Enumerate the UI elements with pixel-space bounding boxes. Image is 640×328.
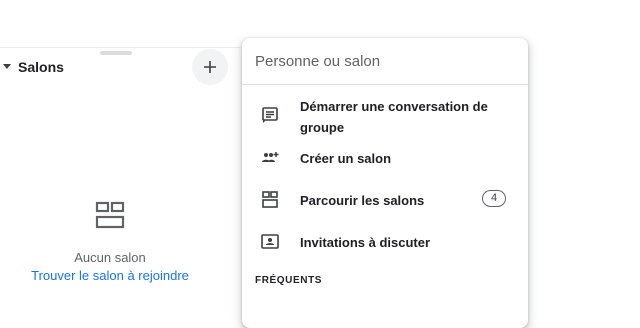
menu-item-label: Invitations à discuter bbox=[300, 235, 431, 250]
collapse-caret-icon[interactable] bbox=[3, 64, 11, 69]
spaces-count-badge: 4 bbox=[482, 190, 506, 207]
menu-item-create-space[interactable]: Créer un salon bbox=[242, 147, 528, 171]
menu-item-label: Parcourir les salons bbox=[300, 193, 425, 208]
panel-divider bbox=[0, 47, 240, 48]
menu-item-invitations[interactable]: Invitations à discuter bbox=[242, 231, 528, 255]
search-input[interactable] bbox=[255, 50, 505, 72]
add-space-button[interactable] bbox=[192, 49, 228, 85]
drag-handle[interactable] bbox=[100, 51, 132, 55]
group-chat-icon bbox=[262, 107, 278, 123]
section-title-spaces[interactable]: Salons bbox=[18, 59, 64, 75]
spaces-panel: Salons Aucun salon Trouver le salon à re… bbox=[0, 0, 240, 308]
frequent-section-header: FRÉQUENTS bbox=[255, 275, 323, 286]
menu-search bbox=[242, 38, 528, 85]
invitations-icon bbox=[261, 234, 279, 249]
spaces-empty-icon bbox=[95, 201, 125, 229]
empty-state-title: Aucun salon bbox=[74, 250, 146, 265]
create-space-icon bbox=[262, 152, 279, 162]
plus-icon bbox=[204, 61, 216, 73]
new-chat-menu: Démarrer une conversation de groupe Crée… bbox=[242, 38, 528, 328]
menu-item-label: Créer un salon bbox=[300, 151, 392, 166]
browse-spaces-icon bbox=[262, 191, 278, 208]
find-space-link[interactable]: Trouver le salon à rejoindre bbox=[0, 268, 220, 283]
menu-item-group-conversation[interactable]: Démarrer une conversation de groupe bbox=[242, 96, 528, 138]
menu-item-label: Démarrer une conversation de groupe bbox=[300, 99, 488, 135]
